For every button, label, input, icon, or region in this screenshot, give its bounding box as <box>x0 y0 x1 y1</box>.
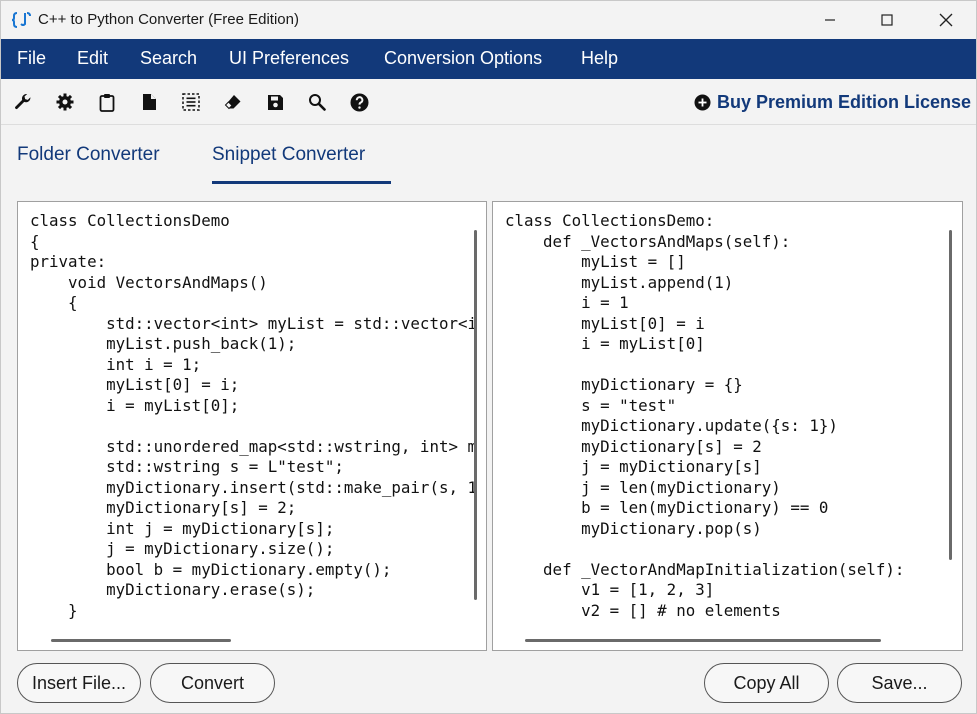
source-vertical-scrollbar[interactable] <box>474 230 477 600</box>
output-code-text[interactable]: class CollectionsDemo: def _VectorsAndMa… <box>505 211 904 621</box>
active-tab-indicator <box>212 181 391 184</box>
buy-premium-label: Buy Premium Edition License <box>717 91 972 112</box>
magnifier-icon <box>309 94 326 111</box>
tab-folder-converter[interactable]: Folder Converter <box>17 144 160 166</box>
wrench-icon <box>15 93 31 110</box>
save-button[interactable]: Save... <box>837 663 962 703</box>
output-vertical-scrollbar[interactable] <box>949 230 952 560</box>
clipboard-icon <box>99 93 115 112</box>
wrench-button[interactable] <box>12 91 34 113</box>
output-horizontal-scrollbar[interactable] <box>525 639 881 642</box>
menu-bar: File Edit Search UI Preferences Conversi… <box>1 39 976 79</box>
maximize-icon <box>881 14 893 26</box>
save-toolbar-button[interactable] <box>264 91 286 113</box>
title-bar: C++ to Python Converter (Free Edition) <box>1 1 976 39</box>
menu-search[interactable]: Search <box>140 48 197 69</box>
select-all-icon <box>182 93 200 111</box>
output-code-editor[interactable]: class CollectionsDemo: def _VectorsAndMa… <box>492 201 963 651</box>
help-button[interactable] <box>348 91 370 113</box>
menu-edit[interactable]: Edit <box>77 48 108 69</box>
close-icon <box>939 13 953 27</box>
minimize-icon <box>825 19 835 21</box>
toolbar: Buy Premium Edition License <box>1 79 976 125</box>
copy-all-button[interactable]: Copy All <box>704 663 829 703</box>
gear-icon <box>56 93 74 111</box>
source-code-editor[interactable]: class CollectionsDemo { private: void Ve… <box>17 201 487 651</box>
insert-file-button[interactable]: Insert File... <box>17 663 141 703</box>
new-document-button[interactable] <box>138 91 160 113</box>
menu-ui-preferences[interactable]: UI Preferences <box>229 48 349 69</box>
select-all-button[interactable] <box>180 91 202 113</box>
menu-file[interactable]: File <box>17 48 46 69</box>
maximize-button[interactable] <box>864 1 910 39</box>
settings-button[interactable] <box>54 91 76 113</box>
paste-button[interactable] <box>96 91 118 113</box>
app-logo-icon <box>11 12 31 28</box>
source-code-text[interactable]: class CollectionsDemo { private: void Ve… <box>30 211 477 621</box>
clear-button[interactable] <box>222 91 244 113</box>
close-button[interactable] <box>923 1 969 39</box>
help-icon <box>350 93 368 111</box>
eraser-icon <box>224 95 241 110</box>
save-icon <box>267 94 283 110</box>
source-horizontal-scrollbar[interactable] <box>51 639 231 642</box>
window-title: C++ to Python Converter (Free Edition) <box>38 11 299 28</box>
menu-conversion-options[interactable]: Conversion Options <box>384 48 542 69</box>
plus-circle-icon <box>694 94 711 110</box>
document-icon <box>142 94 156 110</box>
buy-premium-link[interactable]: Buy Premium Edition License <box>694 90 971 114</box>
find-button[interactable] <box>306 91 328 113</box>
app-window: C++ to Python Converter (Free Edition) F… <box>0 0 977 714</box>
tab-snippet-converter[interactable]: Snippet Converter <box>212 144 365 166</box>
convert-button[interactable]: Convert <box>150 663 275 703</box>
minimize-button[interactable] <box>807 1 853 39</box>
menu-help[interactable]: Help <box>581 48 618 69</box>
